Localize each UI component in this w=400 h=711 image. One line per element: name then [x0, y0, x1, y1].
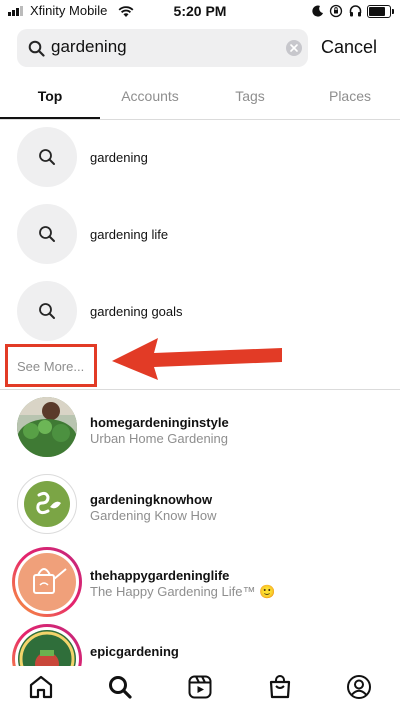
search-query-text[interactable]: gardening: [51, 37, 127, 57]
annotation-arrow-icon: [112, 338, 282, 380]
watering-can-logo-icon: [33, 568, 67, 594]
suggestion-item[interactable]: gardening: [90, 150, 148, 165]
tab-tags[interactable]: Tags: [200, 88, 300, 104]
avatar[interactable]: [17, 474, 77, 534]
suggestion-search-icon-circle[interactable]: [17, 281, 77, 341]
cancel-button[interactable]: Cancel: [321, 37, 377, 58]
search-icon: [28, 40, 45, 57]
suggestion-item[interactable]: gardening goals: [90, 304, 183, 319]
moon-icon: [312, 5, 323, 17]
tab-accounts[interactable]: Accounts: [100, 88, 200, 104]
gardening-know-how-logo-icon: [24, 481, 70, 527]
account-full-name: Gardening Know How: [90, 508, 217, 523]
story-ring[interactable]: [12, 547, 82, 617]
avatar[interactable]: [17, 397, 77, 457]
headphones-icon: [349, 5, 362, 17]
account-username[interactable]: homegardeninginstyle: [90, 415, 229, 430]
account-full-name: Urban Home Gardening: [90, 431, 229, 446]
search-icon: [39, 303, 55, 319]
tab-places[interactable]: Places: [300, 88, 400, 104]
suggestion-item[interactable]: gardening life: [90, 227, 168, 242]
annotation-highlight-box: [5, 344, 97, 387]
home-icon[interactable]: [28, 674, 54, 700]
search-icon[interactable]: [107, 674, 133, 700]
status-bar: Xfinity Mobile 5:20 PM: [0, 0, 400, 24]
bottom-navigation-bar: [0, 666, 400, 711]
section-divider: [0, 389, 400, 390]
account-username[interactable]: epicgardening: [90, 644, 179, 659]
search-icon: [39, 226, 55, 242]
avatar-photo-icon: [17, 397, 77, 457]
search-icon: [39, 149, 55, 165]
account-username[interactable]: gardeningknowhow: [90, 492, 212, 507]
reels-icon[interactable]: [187, 674, 213, 700]
profile-icon[interactable]: [346, 674, 372, 700]
account-username[interactable]: thehappygardeninglife: [90, 568, 229, 583]
tab-top[interactable]: Top: [0, 88, 100, 104]
orientation-lock-icon: [329, 4, 343, 18]
account-full-name: The Happy Gardening Life™ 🙂: [90, 584, 276, 599]
tabs-divider: [0, 119, 400, 120]
suggestion-search-icon-circle[interactable]: [17, 127, 77, 187]
avatar: [18, 553, 76, 611]
suggestion-search-icon-circle[interactable]: [17, 204, 77, 264]
battery-icon: [367, 5, 394, 18]
clear-search-icon[interactable]: [286, 40, 302, 56]
shop-icon[interactable]: [267, 674, 293, 700]
